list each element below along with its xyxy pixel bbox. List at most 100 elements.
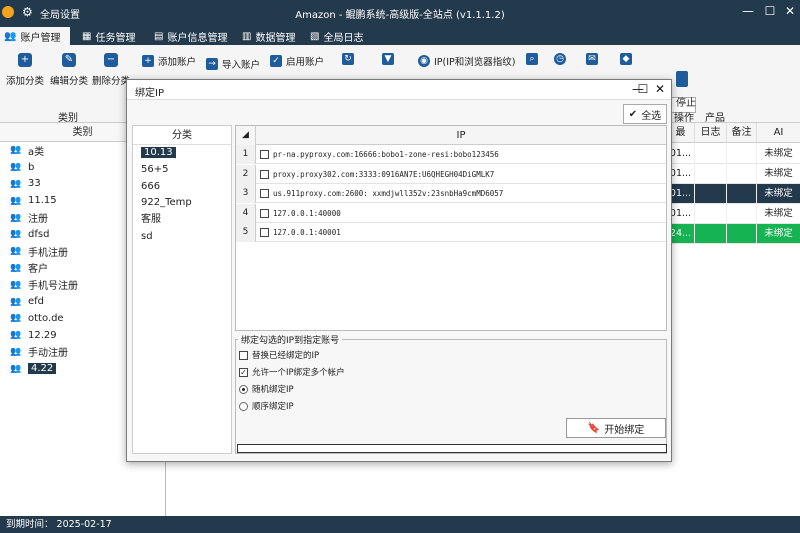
minimize-button[interactable]: —: [740, 4, 756, 18]
table-row[interactable]: 24... 未绑定: [666, 224, 800, 244]
ip-value: pr-na.pyproxy.com:16666:bobo1-zone-resi:…: [273, 150, 499, 159]
search-icon[interactable]: ⌕: [526, 53, 538, 65]
dialog-category-header: 分类: [133, 126, 231, 145]
select-all-button[interactable]: ✔ 全选: [623, 104, 667, 124]
ip-column-header[interactable]: IP: [256, 126, 666, 145]
users-icon: 👥: [10, 346, 22, 357]
ip-checkbox[interactable]: [260, 169, 269, 179]
row-number: 4: [236, 203, 256, 223]
dialog-category-item[interactable]: 666: [133, 179, 231, 196]
ip-row[interactable]: 2 proxy.proxy302.com:3333:0916AN7E:U6QHEG…: [236, 164, 666, 184]
row-number: 3: [236, 184, 256, 203]
bind-icon: 🔖: [587, 422, 601, 434]
cell-log: [694, 204, 726, 224]
tab-global-log[interactable]: ▧ 全局日志: [306, 27, 376, 45]
add-category-button[interactable]: + 添加分类: [6, 53, 44, 87]
ip-row[interactable]: 3 us.911proxy.com:2600: xxmdjwll352v:23sn…: [236, 184, 666, 203]
dialog-category-item[interactable]: 10.13: [133, 145, 231, 162]
delete-category-button[interactable]: − 删除分类: [92, 53, 130, 87]
ip-table-header: ◢ IP: [236, 126, 666, 145]
stop-icon[interactable]: [676, 71, 688, 87]
ip-row[interactable]: 1 pr-na.pyproxy.com:16666:bobo1-zone-resi…: [236, 145, 666, 164]
dialog-max-icon[interactable]: ☐: [636, 82, 650, 96]
ip-checkbox[interactable]: [260, 208, 269, 218]
enable-account-button[interactable]: ✓ 启用账户: [270, 54, 324, 68]
users-icon: 👥: [4, 30, 17, 42]
android-icon[interactable]: ◆: [620, 53, 632, 65]
bind-options-title: 绑定勾选的IP到指定账号: [238, 333, 343, 346]
cell-note: [726, 164, 756, 184]
users-icon: 👥: [10, 279, 22, 290]
mail-icon[interactable]: ✉: [586, 53, 598, 65]
maximize-button[interactable]: ☐: [762, 4, 778, 18]
dialog-title: 绑定IP: [135, 88, 164, 99]
cell-log: [694, 224, 726, 244]
title-bar: ⚙ 全局设置 Amazon - 鲲鹏系统-高级版-全站点 (v1.1.1.2) …: [0, 0, 800, 25]
start-bind-button[interactable]: 🔖 开始绑定: [566, 418, 666, 438]
replace-bound-ip-checkbox[interactable]: 替换已经绑定的IP: [239, 349, 319, 361]
corner-cell: ◢: [236, 126, 256, 145]
bind-options-group: 绑定勾选的IP到指定账号 替换已经绑定的IP ✓ 允许一个IP绑定多个帐户 随机绑…: [235, 333, 667, 454]
users-icon: 👥: [10, 262, 22, 273]
add-account-button[interactable]: + 添加账户: [142, 54, 196, 68]
close-button[interactable]: ✕: [782, 4, 798, 18]
ip-checkbox[interactable]: [260, 228, 269, 237]
cell-note: [726, 224, 756, 244]
ip-checkbox[interactable]: [260, 150, 269, 159]
clock-icon[interactable]: ◷: [554, 53, 566, 65]
dialog-category-item[interactable]: 客服: [133, 212, 231, 229]
col-log[interactable]: 日志: [694, 123, 726, 143]
users-icon: 👥: [10, 313, 22, 324]
cell-ai-status: 未绑定: [756, 144, 800, 164]
ip-checkbox[interactable]: [260, 189, 269, 198]
cell-note: [726, 144, 756, 164]
table-row[interactable]: 01... 未绑定: [666, 144, 800, 164]
log-icon: ▧: [310, 30, 320, 42]
plus-icon: +: [142, 55, 154, 67]
ip-value: us.911proxy.com:2600: xxmdjwll352v:23snb…: [273, 189, 504, 198]
cell-log: [694, 184, 726, 204]
minus-icon: −: [104, 53, 118, 67]
bind-ip-dialog: 绑定IP — ☐ ✕ ✔ 全选 分类 10.13 56+5 666 922_Temp 客服…: [126, 79, 672, 462]
plus-icon: +: [18, 53, 32, 67]
ip-row[interactable]: 5 127.0.0.1:40001: [236, 223, 666, 242]
table-row[interactable]: 01... 未绑定: [666, 204, 800, 224]
allow-multi-account-checkbox[interactable]: ✓ 允许一个IP绑定多个帐户: [239, 366, 345, 378]
row-number: 5: [236, 223, 256, 242]
ip-row[interactable]: 4 127.0.0.1:40000: [236, 203, 666, 223]
cell-ai-status: 未绑定: [756, 224, 800, 244]
tab-account-info[interactable]: ▤ 账户信息管理: [150, 27, 240, 45]
grid-header: 最后... 日志 备注 AI: [666, 123, 800, 158]
users-icon: 👥: [10, 145, 22, 156]
pencil-icon: ✎: [62, 53, 76, 67]
window-title: Amazon - 鲲鹏系统-高级版-全站点 (v1.1.1.2): [295, 10, 505, 21]
col-ai[interactable]: AI: [756, 123, 800, 143]
filter-icon[interactable]: ▼: [382, 53, 394, 65]
info-icon: ▤: [154, 30, 164, 42]
main-tabs: 👥 账户管理 ▦ 任务管理 ▤ 账户信息管理 ▥ 数据管理 ▧ 全局日志: [0, 25, 800, 45]
tab-task-management[interactable]: ▦ 任务管理: [78, 27, 148, 45]
edit-category-button[interactable]: ✎ 编辑分类: [50, 53, 88, 87]
dialog-category-item[interactable]: sd: [133, 229, 231, 246]
table-row[interactable]: 01... 未绑定: [666, 164, 800, 184]
action-group-label: 操作: [674, 113, 694, 124]
refresh-icon[interactable]: ↻: [342, 53, 354, 65]
tab-data-management[interactable]: ▥ 数据管理: [238, 27, 308, 45]
col-note[interactable]: 备注: [726, 123, 756, 143]
import-account-button[interactable]: → 导入账户: [206, 57, 260, 71]
table-row[interactable]: 01... 未绑定: [666, 184, 800, 204]
users-icon: 👥: [10, 195, 22, 206]
users-icon: 👥: [10, 162, 22, 173]
dialog-category-item[interactable]: 922_Temp: [133, 195, 231, 212]
category-group-label: 类别: [58, 113, 78, 124]
dialog-close-button[interactable]: ✕: [653, 82, 667, 96]
dialog-category-item[interactable]: 56+5: [133, 162, 231, 179]
row-number: 2: [236, 164, 256, 184]
ip-browser-bind-button[interactable]: ◉ IP(IP和浏览器指纹): [418, 54, 515, 68]
tab-account-management[interactable]: 👥 账户管理: [0, 27, 70, 45]
globe-icon: ◉: [418, 55, 430, 67]
sequential-bind-radio[interactable]: 顺序绑定IP: [239, 400, 294, 412]
product-group-label: 产品: [705, 113, 725, 124]
random-bind-radio[interactable]: 随机绑定IP: [239, 383, 294, 395]
users-icon: 👥: [10, 330, 22, 341]
